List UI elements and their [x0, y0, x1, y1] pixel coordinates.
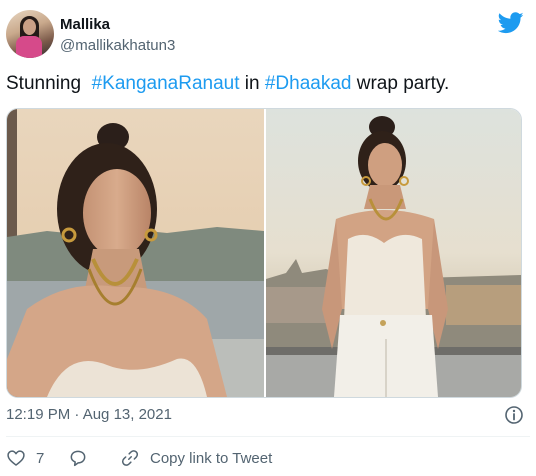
tweet-text: Stunning #KanganaRanaut in #Dhaakad wrap… [6, 73, 450, 94]
display-name[interactable]: Mallika [60, 16, 110, 33]
like-count: 7 [36, 449, 45, 467]
tweet-actions: 7 Copy link to Tweet [6, 446, 530, 470]
tweet-header: Mallika @mallikakhatun3 [6, 10, 530, 62]
tweet-timestamp[interactable]: 12:19 PM · Aug 13, 2021 [6, 406, 172, 426]
avatar[interactable] [6, 10, 54, 58]
link-icon [121, 450, 139, 466]
divider [6, 436, 530, 437]
tweet-media [6, 108, 522, 398]
reply-bubble-icon [70, 450, 86, 467]
info-icon[interactable] [504, 405, 524, 425]
hashtag-kangana[interactable]: #KanganaRanaut [92, 73, 240, 94]
twitter-bird-icon[interactable] [498, 12, 524, 34]
tweet-photo-1[interactable] [7, 109, 264, 397]
copy-link-button[interactable]: Copy link to Tweet [120, 446, 272, 470]
hashtag-dhaakad[interactable]: #Dhaakad [265, 73, 352, 94]
tweet-embed-card: Mallika @mallikakhatun3 Stunning #Kangan… [0, 0, 536, 476]
like-button[interactable]: 7 [6, 446, 44, 470]
user-handle[interactable]: @mallikakhatun3 [60, 37, 175, 54]
reply-button[interactable] [68, 446, 88, 470]
heart-icon [7, 450, 25, 466]
copy-link-label: Copy link to Tweet [150, 449, 273, 467]
tweet-photo-2[interactable] [266, 109, 521, 397]
